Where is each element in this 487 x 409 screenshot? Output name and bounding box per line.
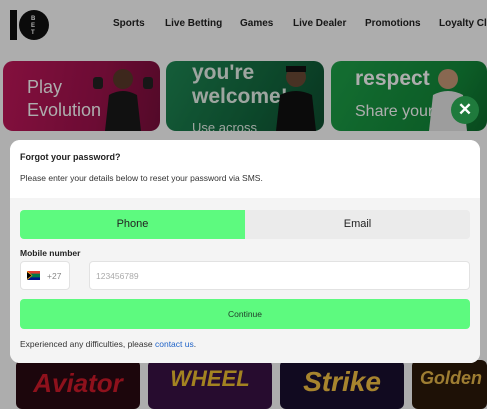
modal-header: Forgot your password? Please enter your … — [10, 140, 480, 198]
method-tabs: Phone Email — [20, 210, 470, 239]
tab-email[interactable]: Email — [245, 210, 470, 239]
help-text-end: . — [193, 339, 197, 349]
contact-us-link[interactable]: contact us — [155, 339, 194, 349]
country-code-value: +27 — [47, 271, 62, 281]
modal-description: Please enter your details below to reset… — [20, 173, 263, 183]
tab-phone[interactable]: Phone — [20, 210, 245, 239]
continue-button[interactable]: Continue — [20, 299, 470, 329]
modal-title: Forgot your password? — [20, 152, 121, 162]
modal-body: Phone Email Mobile number +27 Continue E… — [10, 198, 480, 363]
country-code-select[interactable]: +27 — [20, 261, 70, 290]
mobile-number-label: Mobile number — [20, 248, 81, 258]
forgot-password-modal: Forgot your password? Please enter your … — [10, 140, 480, 363]
help-text-prefix: Experienced any difficulties, please — [20, 339, 155, 349]
help-text: Experienced any difficulties, please con… — [20, 339, 196, 349]
south-africa-flag-icon — [27, 271, 40, 280]
close-icon[interactable]: ✕ — [451, 96, 479, 124]
mobile-number-input[interactable] — [89, 261, 470, 290]
